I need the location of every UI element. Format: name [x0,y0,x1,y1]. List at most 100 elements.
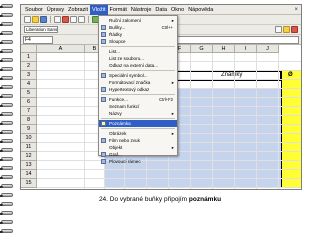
row-header-13[interactable]: 13 [21,161,37,170]
caption-text: 24. Do vybrané buňky připojím [98,196,189,203]
menu-item-6[interactable]: Odkaz na externí data... [99,62,177,69]
binding-ring [0,103,13,107]
menu-item-16[interactable]: Objekt ▸ [99,144,177,151]
rows-icon [101,32,106,37]
menu-item-10[interactable]: Funkce... Ctrl+F2 [99,96,177,103]
edit-icon[interactable] [54,16,61,23]
font-color-icon[interactable] [291,26,298,33]
save-icon[interactable] [40,16,47,23]
function-icon [101,97,106,102]
binding-ring [0,148,13,152]
column-header-i[interactable]: I [235,45,257,53]
row-header-11[interactable]: 11 [21,143,37,152]
menu-item-5[interactable]: List ze souboru... [99,55,177,62]
menu-window[interactable]: Okno [169,5,186,15]
menu-help[interactable]: Nápověda [186,5,215,15]
new-document-icon[interactable] [24,16,31,23]
toolbar-separator [50,16,51,23]
menu-item-label: Buňky... [109,25,126,30]
menu-item-0[interactable]: Ruční zalomení ▸ [99,17,177,24]
page-preview-icon[interactable] [78,16,85,23]
menu-shortcut: Ctrl+F2 [159,97,173,102]
omega-icon [101,73,106,78]
close-document-icon[interactable]: × [294,7,301,13]
menu-format[interactable]: Formát [108,5,129,15]
row-header-15[interactable]: 15 [21,179,37,188]
menu-item-14[interactable]: Obrázek ▸ [99,130,177,137]
menu-file[interactable]: Soubor [23,5,45,15]
menu-item-4[interactable]: List... [99,48,177,55]
menu-item-15[interactable]: Film nebo zvuk [99,137,177,144]
submenu-arrow-icon: ▸ [171,145,174,150]
formula-input[interactable] [163,35,299,44]
column-header-g[interactable]: G [191,45,213,53]
menu-insert[interactable]: Vložit [90,5,108,15]
binding-ring [0,157,13,161]
menu-item-17[interactable]: Graf... [99,151,177,158]
menu-item-label: Ruční zalomení [109,18,141,23]
caption-emphasis: poznámku [188,196,222,203]
menu-item-3[interactable]: Sloupce [99,38,177,45]
row-header-5[interactable]: 5 [21,89,37,98]
row-header-9[interactable]: 9 [21,125,37,134]
note-icon [101,121,106,126]
name-box[interactable]: F4 [23,35,53,44]
menu-item-label: Funkce... [109,97,128,102]
row-header-7[interactable]: 7 [21,107,37,116]
menu-item-11[interactable]: Seznam funkcí [99,103,177,110]
formatting-right-group [275,26,298,33]
border-icon[interactable] [275,26,282,33]
select-all-corner[interactable] [21,45,37,53]
menu-item-label: Odkaz na externí data... [109,63,159,68]
menu-item-8[interactable]: Formátovací značka ▸ [99,79,177,86]
frame-icon [101,159,106,164]
menu-separator [101,118,175,119]
row-header-4[interactable]: 4 [21,80,37,89]
pdf-export-icon[interactable] [62,16,69,23]
menu-view[interactable]: Zobrazit [66,5,90,15]
menu-item-12[interactable]: Názvy ▸ [99,110,177,117]
open-folder-icon[interactable] [32,16,39,23]
columns-icon [101,39,106,44]
submenu-arrow-icon: ▸ [171,131,174,136]
column-header-h[interactable]: H [213,45,235,53]
film-icon [101,138,106,143]
menu-item-2[interactable]: Řádky [99,31,177,38]
binding-ring [0,130,13,134]
binding-ring [0,229,13,233]
menu-item-7[interactable]: Speciální symbol... [99,72,177,79]
background-color-icon[interactable] [283,26,290,33]
column-header-a[interactable]: A [37,45,85,53]
binding-ring [0,184,13,188]
row-header-14[interactable]: 14 [21,170,37,179]
row-header-12[interactable]: 12 [21,152,37,161]
menu-item-9[interactable]: Hypertextový odkaz [99,86,177,93]
print-icon[interactable] [70,16,77,23]
menu-data[interactable]: Data [153,5,169,15]
font-name-box[interactable]: Liberation Sans [24,26,58,33]
menu-separator [101,46,175,47]
menu-item-label: Graf... [109,152,122,157]
menu-separator [101,94,175,95]
menu-item-13[interactable]: Poznámka [99,120,177,127]
menu-item-label: Plovoucí rámec [109,159,141,164]
screenshot-window: Soubor Úpravy Zobrazit Vložit Formát Nás… [20,4,302,190]
row-header-6[interactable]: 6 [21,98,37,107]
binding-ring [0,67,13,71]
menu-item-18[interactable]: Plovoucí rámec [99,158,177,165]
row-header-10[interactable]: 10 [21,134,37,143]
menu-item-label: Názvy [109,111,122,116]
notebook-binding [0,0,16,240]
submenu-arrow-icon: ▸ [171,80,174,85]
menu-item-label: Film nebo zvuk [109,138,140,143]
chart-icon [101,152,106,157]
menu-item-1[interactable]: Buňky... Ctrl++ [99,24,177,31]
gridline [37,169,301,170]
menu-tools[interactable]: Nástroje [129,5,153,15]
menu-edit[interactable]: Úpravy [45,5,66,15]
row-header-3[interactable]: 3 [21,71,37,80]
row-header-8[interactable]: 8 [21,116,37,125]
row-header-2[interactable]: 2 [21,62,37,71]
row-header-1[interactable]: 1 [21,53,37,62]
column-header-j[interactable]: J [257,45,279,53]
